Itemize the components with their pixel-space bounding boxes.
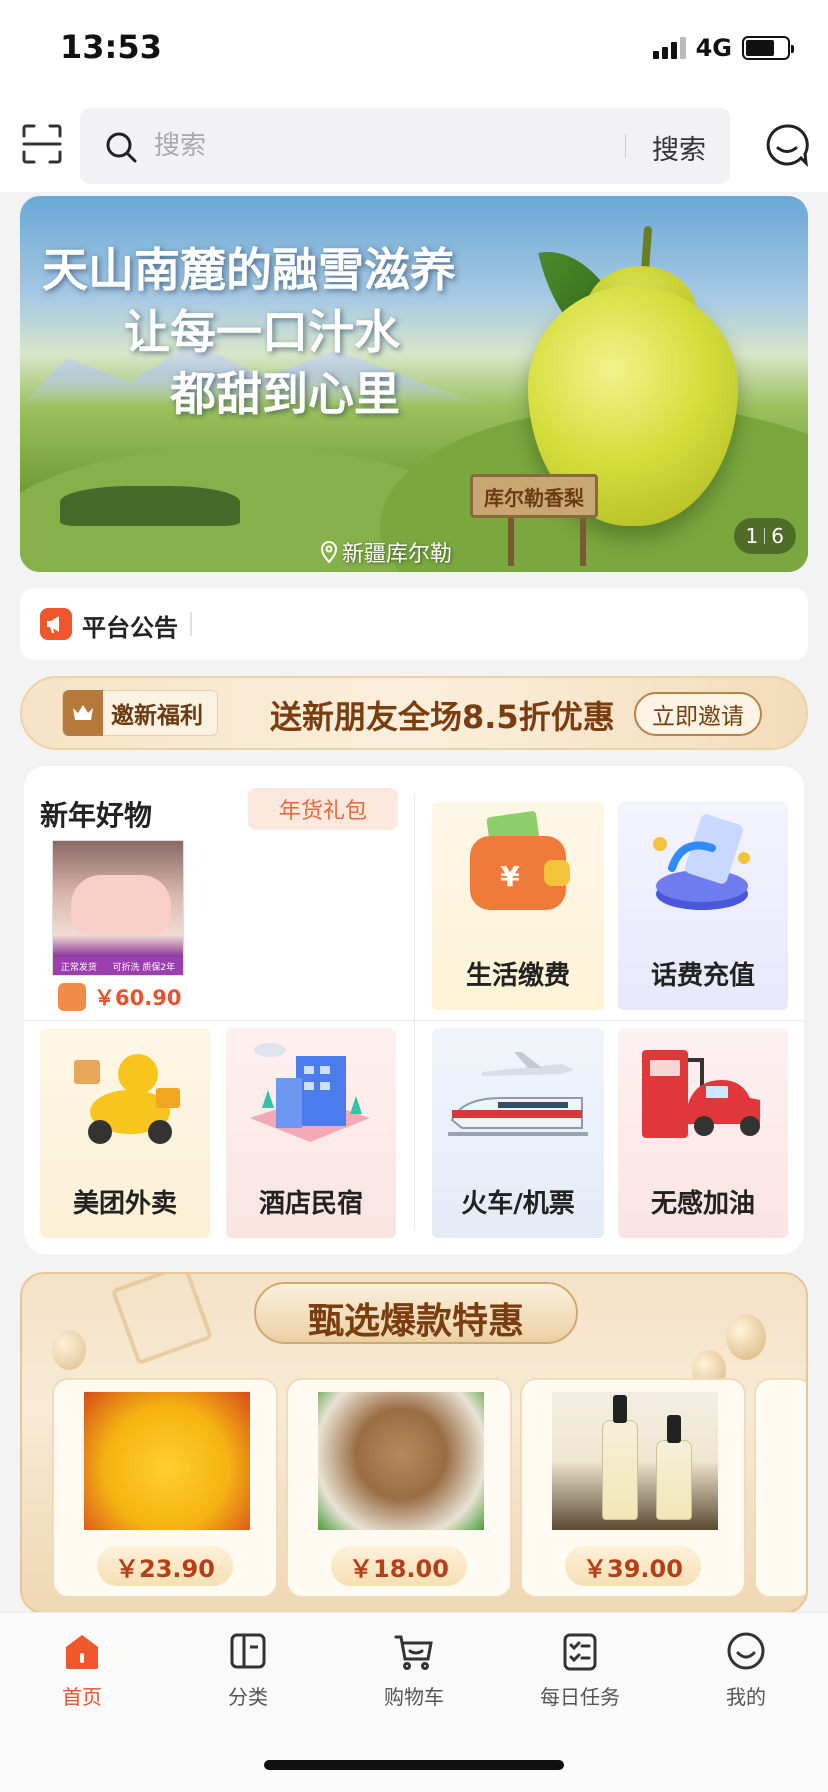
status-indicators: 4G bbox=[652, 34, 794, 62]
service-meituan-delivery[interactable]: 美团外卖 bbox=[40, 1028, 210, 1238]
network-type: 4G bbox=[695, 34, 732, 62]
banner-location: 新疆库尔勒 bbox=[320, 536, 452, 568]
deal-card[interactable]: ￥23.90 bbox=[52, 1378, 278, 1598]
banner-headline-1: 天山南麓的融雪滋养 bbox=[42, 243, 456, 297]
banner-headline-3: 都甜到心里 bbox=[170, 367, 400, 421]
invite-tag: 邀新福利 bbox=[62, 690, 218, 736]
platform-notice[interactable]: 平台公告 bbox=[20, 588, 808, 660]
tab-cart[interactable]: 购物车 bbox=[354, 1629, 474, 1710]
home-icon bbox=[66, 1635, 98, 1669]
deal-price: ￥18.00 bbox=[331, 1546, 467, 1586]
tab-home-label: 首页 bbox=[62, 1685, 102, 1709]
tab-category-label: 分类 bbox=[228, 1685, 268, 1709]
service-phone-recharge[interactable]: 话费充值 bbox=[618, 802, 788, 1010]
hotel-icon bbox=[250, 1043, 370, 1142]
deal-price: ￥23.90 bbox=[97, 1546, 233, 1586]
search-box[interactable]: 搜索 bbox=[80, 108, 730, 184]
service-life-payment-label: 生活缴费 bbox=[465, 961, 570, 991]
deal-card[interactable]: ￥39.00 bbox=[520, 1378, 746, 1598]
search-icon bbox=[106, 132, 137, 163]
new-year-gift-tag[interactable]: 年货礼包 bbox=[248, 788, 398, 830]
longan-image bbox=[318, 1392, 484, 1530]
battery-icon bbox=[742, 36, 794, 60]
invite-tag-label: 邀新福利 bbox=[111, 703, 203, 729]
price-tag-icon bbox=[58, 983, 86, 1011]
category-icon bbox=[230, 1633, 266, 1669]
banner-location-label: 新疆库尔勒 bbox=[342, 542, 453, 567]
home-indicator bbox=[264, 1760, 564, 1770]
tab-daily-task-label: 每日任务 bbox=[540, 1685, 620, 1709]
promo-banner[interactable]: 天山南麓的融雪滋养 让每一口汁水 都甜到心里 库尔勒香梨 新疆库尔勒 1 6 bbox=[20, 196, 808, 572]
train-plane-icon bbox=[448, 1052, 588, 1136]
search-header: 搜索 bbox=[0, 100, 828, 192]
gift-ribbon-decoration bbox=[110, 1274, 214, 1366]
product-strip-left: 正常发货 bbox=[60, 962, 97, 973]
banner-total-pages: 6 bbox=[771, 524, 784, 548]
service-hotel[interactable]: 酒店民宿 bbox=[226, 1028, 396, 1238]
service-train-flight[interactable]: 火车/机票 bbox=[432, 1028, 604, 1238]
customer-service-icon[interactable] bbox=[764, 122, 810, 168]
delivery-scooter-icon bbox=[74, 1054, 180, 1144]
gas-station-icon bbox=[642, 1050, 760, 1138]
services-grid: 新年好物 年货礼包 正常发货 可折洗 质保2年 ￥60.90 ¥ 生活缴费 话费… bbox=[24, 766, 804, 1254]
phone-recharge-icon bbox=[653, 814, 750, 910]
tab-profile[interactable]: 我的 bbox=[686, 1629, 806, 1710]
invite-headline: 送新朋友全场8.5折优惠 bbox=[270, 698, 615, 736]
service-meituan-delivery-label: 美团外卖 bbox=[72, 1189, 177, 1219]
banner-page-counter: 1 6 bbox=[733, 518, 796, 554]
towel-product-image[interactable]: 正常发货 可折洗 质保2年 bbox=[52, 840, 184, 976]
cart-icon bbox=[394, 1635, 433, 1670]
rice-wine-image bbox=[552, 1392, 718, 1530]
product-strip-right: 可折洗 质保2年 bbox=[112, 962, 176, 973]
deal-price: ￥39.00 bbox=[565, 1546, 701, 1586]
featured-deals: 甄选爆款特惠 ￥23.90 ￥18.00 ￥39.00 bbox=[20, 1272, 808, 1614]
service-phone-recharge-label: 话费充值 bbox=[650, 961, 755, 991]
task-icon bbox=[563, 1633, 597, 1671]
search-divider bbox=[625, 134, 626, 158]
location-pin-icon bbox=[320, 541, 338, 563]
invite-banner[interactable]: 邀新福利 送新朋友全场8.5折优惠 立即邀请 bbox=[20, 676, 808, 750]
megaphone-icon bbox=[40, 608, 72, 640]
deals-title: 甄选爆款特惠 bbox=[307, 1301, 524, 1342]
crown-icon bbox=[63, 690, 103, 736]
tab-daily-task[interactable]: 每日任务 bbox=[520, 1629, 640, 1710]
tab-home[interactable]: 首页 bbox=[22, 1629, 142, 1710]
profile-icon bbox=[727, 1632, 765, 1670]
new-year-price-row: ￥60.90 bbox=[58, 982, 181, 1012]
search-button[interactable]: 搜索 bbox=[652, 128, 706, 167]
banner-headline-2: 让每一口汁水 bbox=[124, 305, 400, 359]
service-life-payment[interactable]: ¥ 生活缴费 bbox=[432, 802, 604, 1010]
status-time: 13:53 bbox=[60, 28, 162, 66]
svg-text:¥: ¥ bbox=[500, 860, 520, 893]
tab-category[interactable]: 分类 bbox=[188, 1629, 308, 1710]
status-bar: 13:53 4G bbox=[0, 0, 828, 100]
wallet-icon: ¥ bbox=[470, 811, 570, 910]
service-train-flight-label: 火车/机票 bbox=[461, 1189, 575, 1219]
scan-icon[interactable] bbox=[20, 122, 64, 166]
deal-card[interactable]: ￥18.00 bbox=[286, 1378, 512, 1598]
mango-image bbox=[84, 1392, 250, 1530]
service-gas-label: 无感加油 bbox=[650, 1189, 755, 1219]
signal-icon bbox=[652, 37, 686, 59]
banner-current-page: 1 bbox=[745, 524, 759, 548]
invite-now-button[interactable]: 立即邀请 bbox=[634, 692, 762, 736]
tab-profile-label: 我的 bbox=[726, 1685, 766, 1709]
service-hotel-label: 酒店民宿 bbox=[258, 1189, 363, 1219]
service-gas[interactable]: 无感加油 bbox=[618, 1028, 788, 1238]
tab-cart-label: 购物车 bbox=[384, 1685, 444, 1709]
deal-card-partial[interactable] bbox=[754, 1378, 806, 1598]
new-year-goods-title: 新年好物 bbox=[40, 799, 153, 832]
new-year-price: ￥60.90 bbox=[94, 986, 182, 1010]
search-input[interactable] bbox=[154, 126, 574, 166]
banner-sign: 库尔勒香梨 bbox=[470, 474, 598, 518]
notice-label: 平台公告 bbox=[82, 614, 178, 642]
